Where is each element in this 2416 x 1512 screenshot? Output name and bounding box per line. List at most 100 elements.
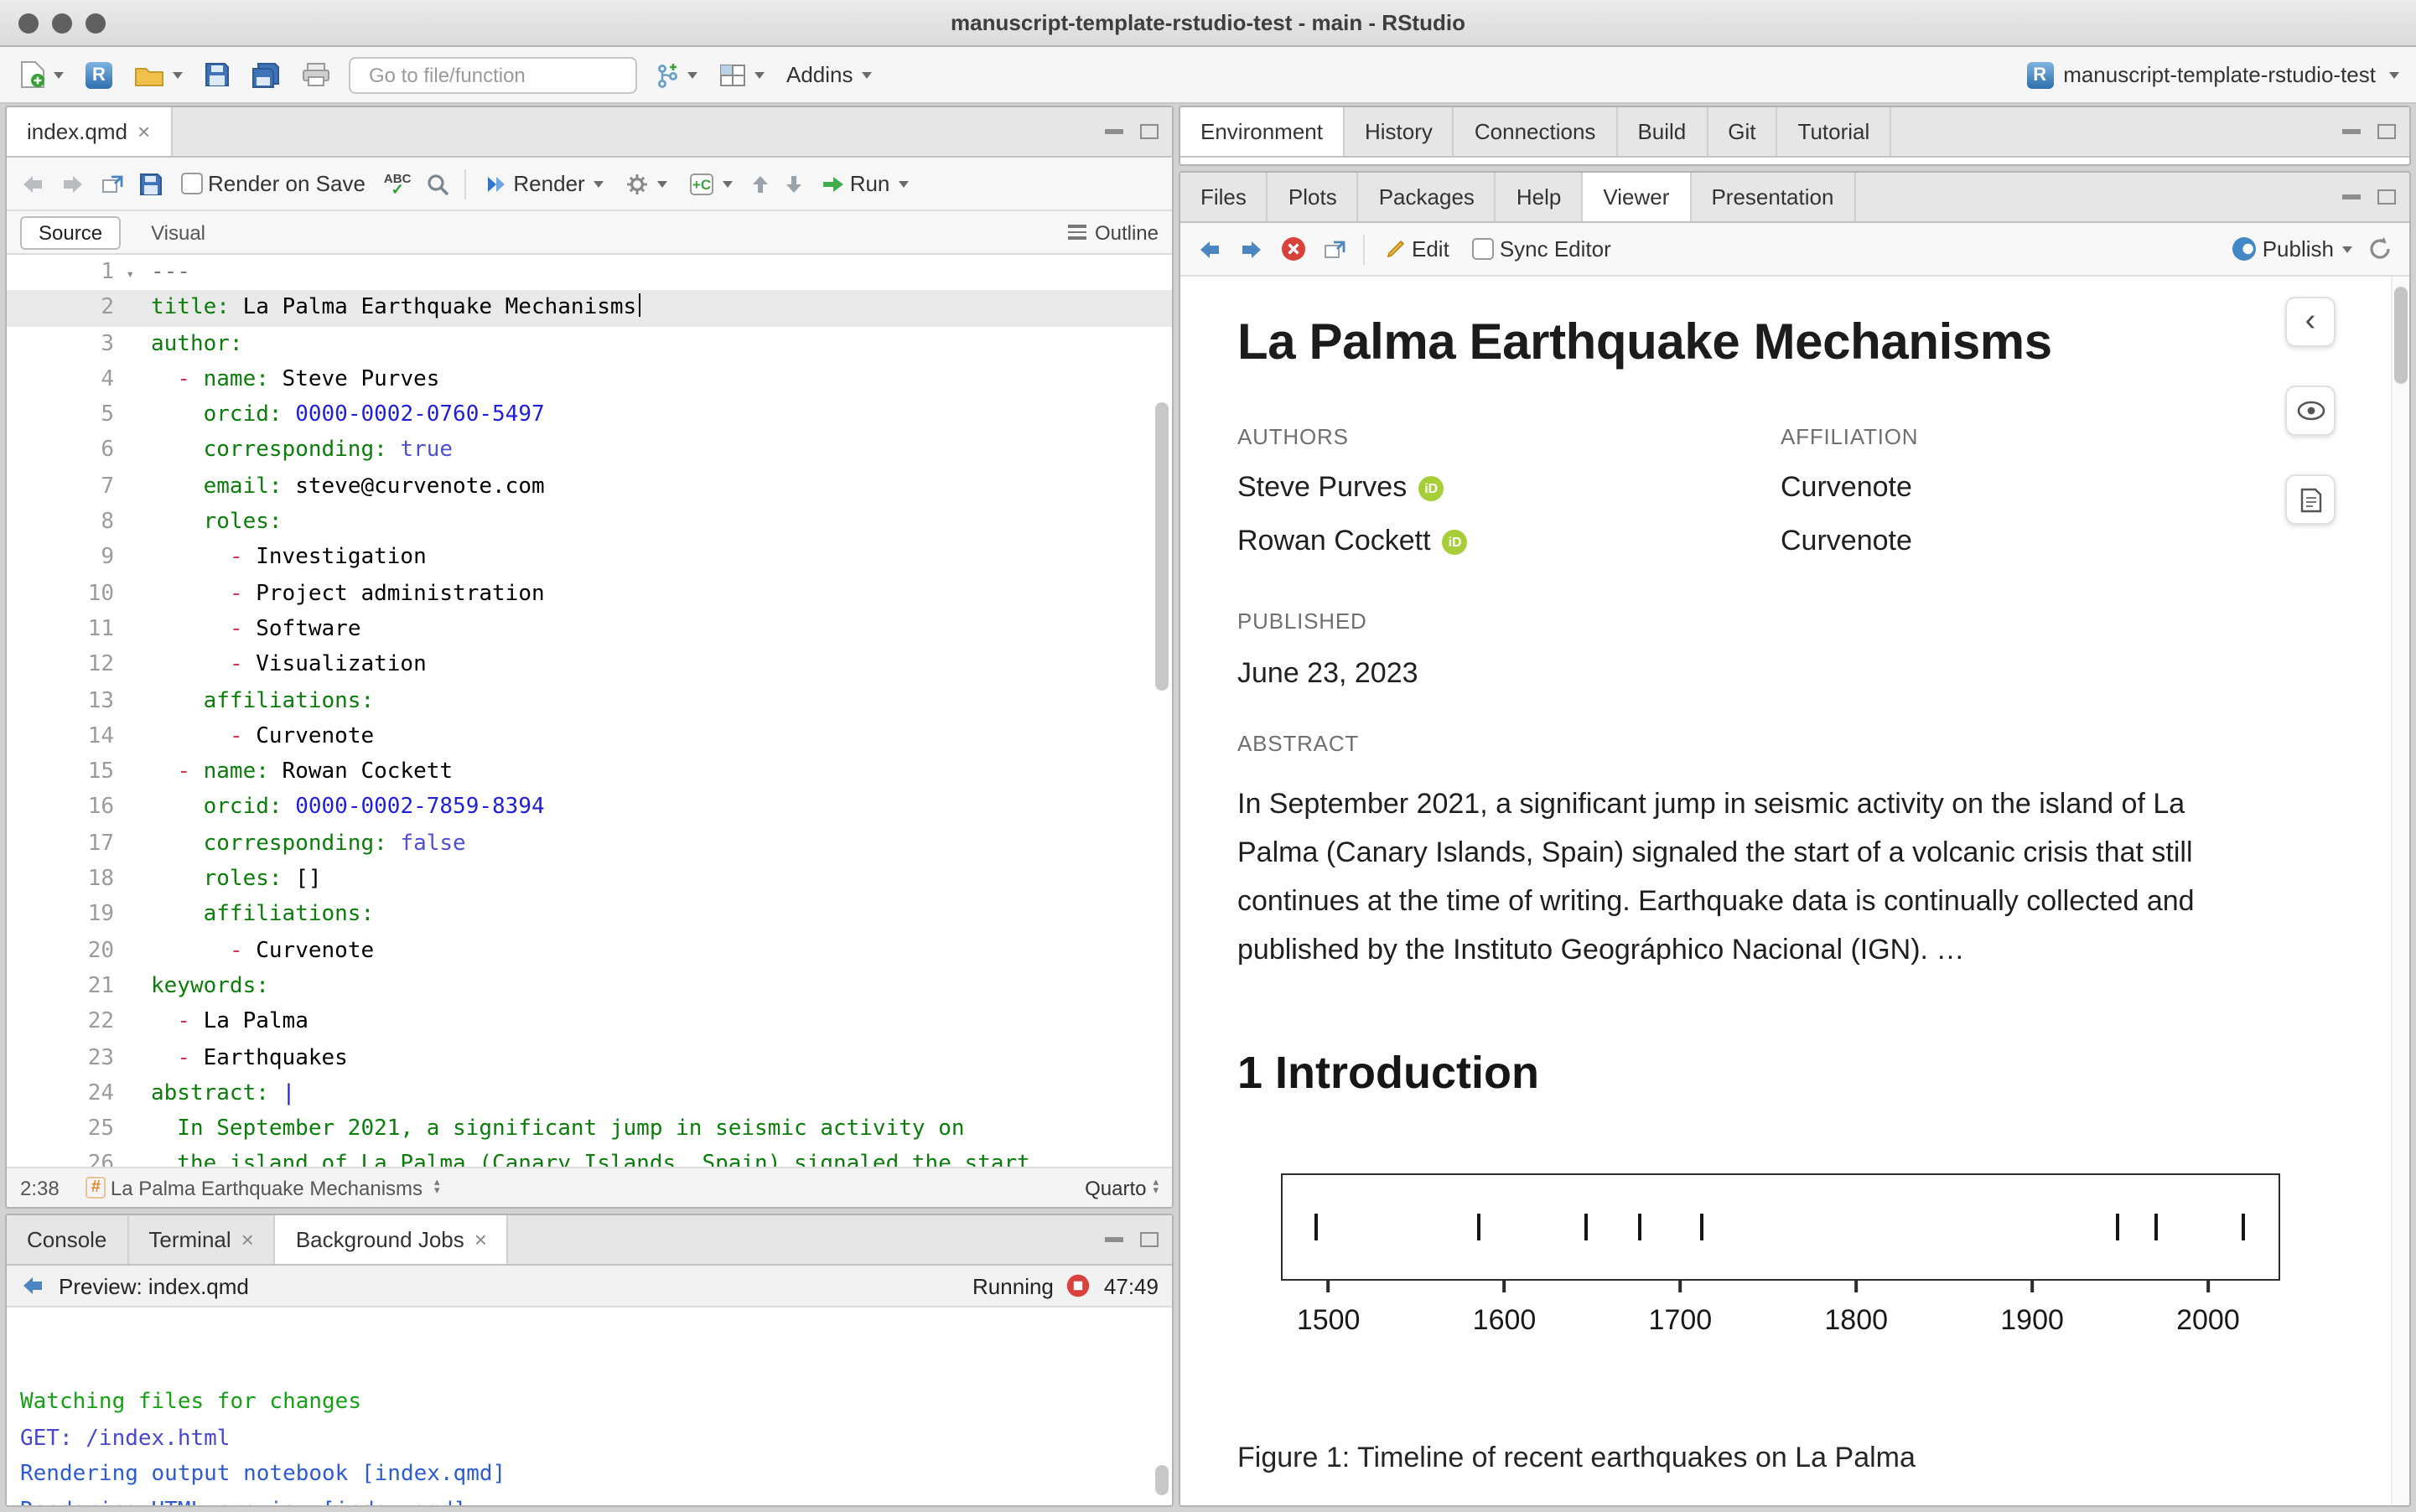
code-line[interactable]: 1▾--- <box>7 255 1172 291</box>
fold-caret-icon[interactable]: ▾ <box>126 256 134 293</box>
code-editor[interactable]: 1▾---2title: La Palma Earthquake Mechani… <box>7 255 1172 1167</box>
code-line[interactable]: 9 - Investigation <box>7 541 1172 577</box>
run-next-icon[interactable] <box>785 173 803 194</box>
code-line[interactable]: 17 corresponding: false <box>7 826 1172 862</box>
collapse-panel-button[interactable]: ‹ <box>2285 297 2336 347</box>
sync-editor-checkbox[interactable]: Sync Editor <box>1470 233 1615 265</box>
print-button[interactable] <box>298 59 334 91</box>
code-line[interactable]: 25 In September 2021, a significant jump… <box>7 1111 1172 1147</box>
zoom-button[interactable] <box>86 13 106 33</box>
tab-files[interactable]: Files <box>1180 173 1268 221</box>
code-line[interactable]: 23 - Earthquakes <box>7 1040 1172 1076</box>
tab-presentation[interactable]: Presentation <box>1691 173 1855 221</box>
code-line[interactable]: 26 the island of La Palma (Canary Island… <box>7 1147 1172 1167</box>
run-button[interactable]: Run <box>818 168 912 199</box>
forward-icon[interactable] <box>1239 239 1264 259</box>
maximize-pane-icon[interactable] <box>2377 124 2396 139</box>
code-line[interactable]: 13 affiliations: <box>7 683 1172 719</box>
tab-tutorial[interactable]: Tutorial <box>1778 107 1892 156</box>
code-line[interactable]: 7 email: steve@curvenote.com <box>7 469 1172 505</box>
code-line[interactable]: 14 - Curvenote <box>7 719 1172 755</box>
viewer-content[interactable]: La Palma Earthquake Mechanisms AUTHORS S… <box>1180 277 2409 1505</box>
tab-console[interactable]: Console <box>7 1215 128 1264</box>
tab-git[interactable]: Git <box>1708 107 1777 156</box>
tab-close-icon[interactable]: × <box>137 121 150 142</box>
doc-type-selector[interactable]: Quarto ▴▾ <box>1085 1176 1159 1199</box>
code-line[interactable]: 21keywords: <box>7 969 1172 1005</box>
code-line[interactable]: 11 - Software <box>7 612 1172 648</box>
code-line[interactable]: 12 - Visualization <box>7 648 1172 684</box>
tab-terminal[interactable]: Terminal× <box>128 1215 275 1264</box>
viewer-scrollbar[interactable] <box>2393 287 2407 384</box>
tab-build[interactable]: Build <box>1617 107 1708 156</box>
save-button[interactable] <box>201 59 233 91</box>
goto-file-input[interactable] <box>369 63 629 86</box>
new-project-button[interactable]: R <box>82 58 116 91</box>
new-file-button[interactable] <box>17 57 67 92</box>
refresh-icon[interactable] <box>2367 236 2393 261</box>
tab-environment[interactable]: Environment <box>1180 107 1345 156</box>
tab-connections[interactable]: Connections <box>1454 107 1618 156</box>
pane-layout-button[interactable] <box>716 60 768 90</box>
publish-button[interactable]: Publish <box>2229 233 2356 265</box>
goto-file-search[interactable] <box>349 56 637 93</box>
addins-button[interactable]: Addins <box>783 59 875 91</box>
code-line[interactable]: 18 roles: [] <box>7 862 1172 898</box>
editor-scrollbar[interactable] <box>1155 402 1169 691</box>
job-log[interactable]: Watching files for changesGET: /index.ht… <box>7 1307 1172 1505</box>
insert-chunk-button[interactable]: +C <box>686 168 736 199</box>
search-icon[interactable] <box>426 172 449 195</box>
code-line[interactable]: 8 roles: <box>7 505 1172 541</box>
reader-view-button[interactable] <box>2285 386 2336 436</box>
forward-icon[interactable] <box>60 173 86 194</box>
code-line[interactable]: 10 - Project administration <box>7 576 1172 612</box>
code-line[interactable]: 20 - Curvenote <box>7 933 1172 969</box>
spellcheck-icon[interactable]: ABC✓ <box>384 172 412 195</box>
code-line[interactable]: 19 affiliations: <box>7 898 1172 934</box>
maximize-pane-icon[interactable] <box>1140 124 1159 139</box>
notes-button[interactable] <box>2285 474 2336 525</box>
tab-history[interactable]: History <box>1345 107 1454 156</box>
render-button[interactable]: Render <box>481 168 606 199</box>
tab-viewer[interactable]: Viewer <box>1583 173 1691 221</box>
orcid-icon[interactable]: iD <box>1443 529 1468 554</box>
tab-packages[interactable]: Packages <box>1359 173 1496 221</box>
code-line[interactable]: 2title: La Palma Earthquake Mechanisms <box>7 291 1172 327</box>
popout-icon[interactable] <box>1323 239 1346 259</box>
edit-button[interactable]: Edit <box>1382 233 1453 265</box>
tab-close-icon[interactable]: × <box>241 1229 254 1251</box>
project-menu-button[interactable]: R manuscript-template-rstudio-test <box>2026 61 2399 88</box>
outline-button[interactable]: Outline <box>1068 220 1159 244</box>
orcid-icon[interactable]: iD <box>1418 475 1444 500</box>
minimize-pane-icon[interactable] <box>1105 1237 1123 1242</box>
render-on-save-checkbox[interactable]: Render on Save <box>178 168 369 199</box>
code-line[interactable]: 16 orcid: 0000-0002-7859-8394 <box>7 790 1172 826</box>
tab-index-qmd[interactable]: index.qmd × <box>7 107 172 156</box>
minimize-pane-icon[interactable] <box>2342 129 2361 134</box>
tab-source[interactable]: Source <box>20 215 121 249</box>
code-line[interactable]: 5 orcid: 0000-0002-0760-5497 <box>7 397 1172 433</box>
tab-visual[interactable]: Visual <box>134 217 222 247</box>
code-line[interactable]: 3author: <box>7 326 1172 362</box>
back-icon[interactable] <box>20 1276 45 1296</box>
maximize-pane-icon[interactable] <box>1140 1232 1159 1247</box>
back-icon[interactable] <box>1197 239 1222 259</box>
tab-close-icon[interactable]: × <box>474 1229 487 1251</box>
settings-button[interactable] <box>622 168 671 199</box>
save-all-button[interactable] <box>248 58 283 91</box>
maximize-pane-icon[interactable] <box>2377 189 2396 205</box>
close-button[interactable] <box>18 13 39 33</box>
code-line[interactable]: 24abstract: | <box>7 1076 1172 1112</box>
section-selector[interactable]: # La Palma Earthquake Mechanisms ▴▾ <box>83 1173 443 1203</box>
minimize-pane-icon[interactable] <box>2342 194 2361 199</box>
popout-icon[interactable] <box>101 173 124 194</box>
tab-background-jobs[interactable]: Background Jobs× <box>276 1215 509 1264</box>
console-scrollbar[interactable] <box>1155 1465 1169 1495</box>
tab-help[interactable]: Help <box>1496 173 1584 221</box>
code-line[interactable]: 22 - La Palma <box>7 1004 1172 1040</box>
tab-plots[interactable]: Plots <box>1268 173 1359 221</box>
minimize-pane-icon[interactable] <box>1105 129 1123 134</box>
code-line[interactable]: 15 - name: Rowan Cockett <box>7 754 1172 790</box>
open-file-button[interactable] <box>131 60 186 90</box>
version-control-button[interactable] <box>652 58 701 91</box>
